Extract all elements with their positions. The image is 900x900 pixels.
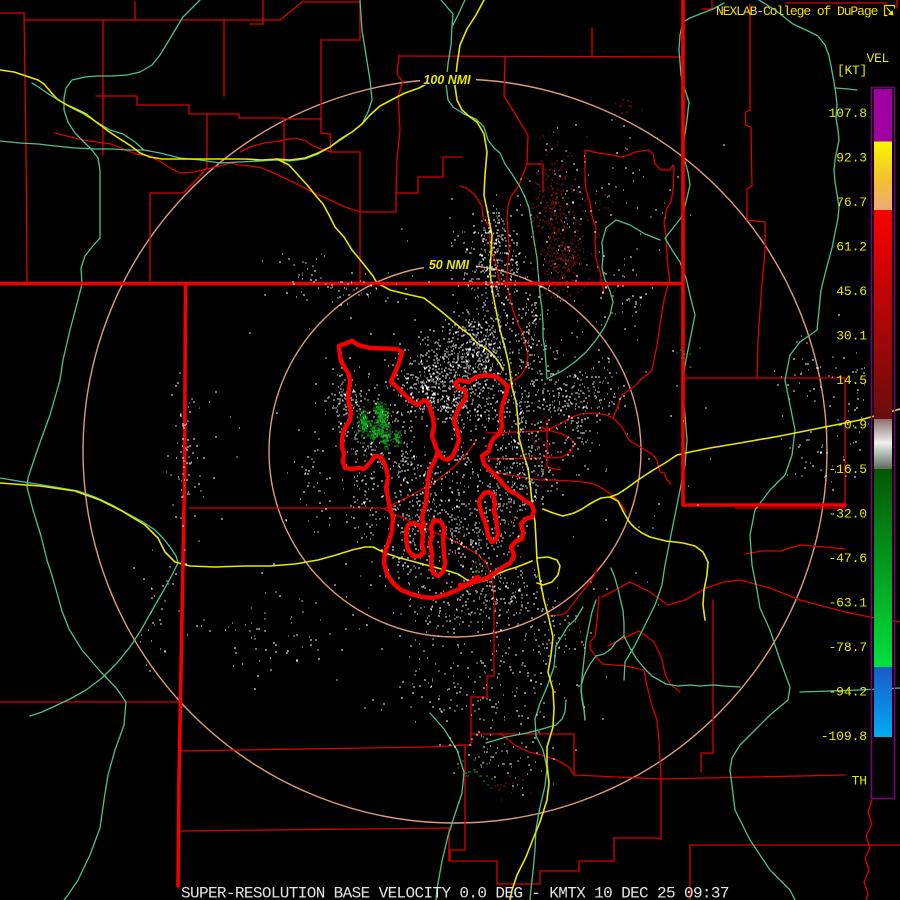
svg-text:-47.6: -47.6 <box>828 551 867 566</box>
svg-text:30.1: 30.1 <box>836 329 867 344</box>
svg-text:-109.8: -109.8 <box>821 729 867 744</box>
svg-text:107.8: 107.8 <box>828 106 867 121</box>
svg-text:100 NMI: 100 NMI <box>423 73 471 87</box>
svg-text:76.7: 76.7 <box>836 195 867 210</box>
svg-text:[KT]: [KT] <box>837 63 867 78</box>
svg-text:92.3: 92.3 <box>836 151 867 166</box>
svg-text:VEL: VEL <box>866 51 889 66</box>
svg-text:-78.7: -78.7 <box>828 640 867 655</box>
svg-text:14.5: 14.5 <box>836 373 867 388</box>
svg-text:50 NMI: 50 NMI <box>429 258 470 272</box>
svg-text:-94.2: -94.2 <box>828 685 867 700</box>
svg-text:SUPER-RESOLUTION BASE VELOCITY: SUPER-RESOLUTION BASE VELOCITY 0.0 DEG -… <box>181 885 729 900</box>
svg-text:-0.9: -0.9 <box>836 418 867 433</box>
svg-text:-63.1: -63.1 <box>828 596 867 611</box>
svg-text:-16.5: -16.5 <box>828 462 867 477</box>
svg-text:TH: TH <box>852 774 867 789</box>
svg-text:NEXLAB-College of DuPage: NEXLAB-College of DuPage <box>716 4 878 19</box>
svg-text:-32.0: -32.0 <box>828 507 867 522</box>
svg-text:61.2: 61.2 <box>836 240 867 255</box>
svg-text:45.6: 45.6 <box>836 284 867 299</box>
